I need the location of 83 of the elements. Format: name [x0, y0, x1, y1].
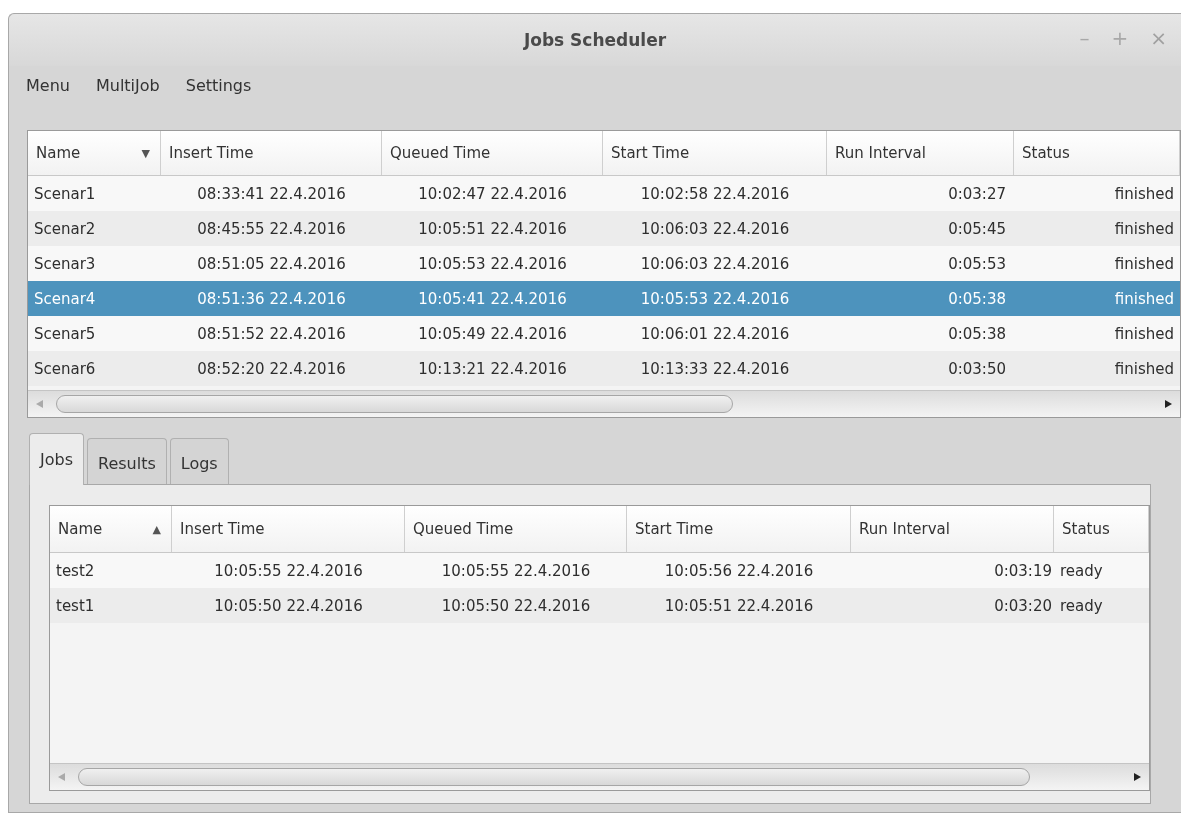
scroll-left-icon[interactable]: [56, 771, 68, 783]
tab[interactable]: Jobs: [29, 433, 84, 485]
column-header[interactable]: Queued Time: [413, 520, 514, 538]
tab[interactable]: Results: [87, 438, 167, 484]
table-cell-text: 10:05:50 22.4.2016: [213, 596, 364, 615]
table-cell-text: 10:05:55 22.4.2016: [213, 561, 364, 580]
table-cell-text: 10:06:03 22.4.2016: [639, 219, 791, 238]
scrollbar-thumb[interactable]: [78, 768, 1030, 786]
tab[interactable]: Logs: [169, 438, 229, 484]
scroll-right-icon[interactable]: [1131, 771, 1143, 783]
column-header[interactable]: Name: [36, 144, 81, 162]
table-cell-text: 0:05:38: [947, 289, 1007, 308]
menu-item[interactable]: Settings: [185, 75, 252, 95]
table-cell-text: 0:03:19: [993, 561, 1053, 580]
sort-indicator[interactable]: ▼: [141, 146, 150, 160]
table-cell-text: Scenar5: [33, 324, 97, 343]
table-cell-text: 10:05:53 22.4.2016: [639, 289, 791, 308]
table-cell-text: 08:45:55 22.4.2016: [196, 219, 347, 238]
table-row[interactable]: Scenar3 08:51:05 22.4.2016 10:05:53 22.4.2016 10:06:03 22.4.2016 0:05:53 finished: [28, 246, 1180, 281]
table-cell-text: 0:03:27: [947, 184, 1007, 203]
table-cell-text: 0:05:53: [947, 254, 1007, 273]
table-cell-text: 10:05:51 22.4.2016: [417, 219, 568, 238]
table-cell-text: Scenar4: [33, 289, 97, 308]
table-cell-text: 10:05:56 22.4.2016: [663, 561, 815, 580]
column-header[interactable]: Start Time: [611, 144, 690, 162]
table-cell-text: 10:06:03 22.4.2016: [639, 254, 791, 273]
table-cell-text: 0:03:20: [993, 596, 1053, 615]
table-cell-text: 08:51:05 22.4.2016: [196, 254, 347, 273]
table-cell-text: finished: [1113, 359, 1175, 378]
table-cell-text: 10:06:01 22.4.2016: [639, 324, 791, 343]
menu-item[interactable]: Menu: [26, 75, 70, 95]
window-title: Jobs Scheduler: [523, 30, 667, 50]
column-header[interactable]: Run Interval: [859, 520, 950, 538]
table-cell-text: finished: [1113, 289, 1175, 308]
table-cell-text: finished: [1113, 184, 1175, 203]
column-header[interactable]: Queued Time: [390, 144, 491, 162]
table-row[interactable]: Scenar1 08:33:41 22.4.2016 10:02:47 22.4.2016 10:02:58 22.4.2016 0:03:27 finished: [28, 176, 1180, 211]
table-cell-text: 10:05:55 22.4.2016: [440, 561, 592, 580]
table-cell-text: 0:05:45: [947, 219, 1007, 238]
menu-item[interactable]: MultiJob: [95, 75, 160, 95]
table-cell-text: Scenar3: [33, 254, 97, 273]
table-row[interactable]: test1 10:05:50 22.4.2016 10:05:50 22.4.2016 10:05:51 22.4.2016 0:03:20 ready: [50, 588, 1149, 623]
table-cell-text: ready: [1059, 596, 1104, 615]
table-row[interactable]: Scenar5 08:51:52 22.4.2016 10:05:49 22.4.2016 10:06:01 22.4.2016 0:05:38 finished: [28, 316, 1180, 351]
table-cell-text: 10:13:21 22.4.2016: [417, 359, 568, 378]
table-cell-text: finished: [1113, 219, 1175, 238]
table-cell-text: ready: [1059, 561, 1104, 580]
table-cell-text: finished: [1113, 254, 1175, 273]
column-header[interactable]: Insert Time: [180, 520, 265, 538]
table-cell-text: 10:02:47 22.4.2016: [417, 184, 568, 203]
table-cell-text: 10:05:53 22.4.2016: [417, 254, 568, 273]
table-cell-text: Scenar1: [33, 184, 97, 203]
column-header[interactable]: Insert Time: [169, 144, 254, 162]
table-cell-text: 08:52:20 22.4.2016: [196, 359, 347, 378]
column-header[interactable]: Start Time: [635, 520, 714, 538]
table-cell-text: 0:03:50: [947, 359, 1007, 378]
table-row[interactable]: Scenar6 08:52:20 22.4.2016 10:13:21 22.4.2016 10:13:33 22.4.2016 0:03:50 finished: [28, 351, 1180, 386]
table-cell-text: 08:51:36 22.4.2016: [196, 289, 347, 308]
table-cell-text: 08:51:52 22.4.2016: [196, 324, 347, 343]
table-cell-text: finished: [1113, 324, 1175, 343]
horizontal-scrollbar[interactable]: [50, 763, 1149, 790]
column-header[interactable]: Status: [1022, 144, 1070, 162]
table-cell-text: 10:05:51 22.4.2016: [663, 596, 815, 615]
table-cell-text: test1: [55, 596, 96, 615]
table-row[interactable]: test2 10:05:55 22.4.2016 10:05:55 22.4.2016 10:05:56 22.4.2016 0:03:19 ready: [50, 553, 1149, 588]
table-cell-text: test2: [55, 561, 96, 580]
table-cell-text: 10:05:49 22.4.2016: [417, 324, 568, 343]
table-cell-text: 10:02:58 22.4.2016: [639, 184, 791, 203]
column-header[interactable]: Status: [1062, 520, 1110, 538]
scroll-right-icon[interactable]: [1162, 398, 1174, 410]
table-row[interactable]: Scenar2 08:45:55 22.4.2016 10:05:51 22.4.2016 10:06:03 22.4.2016 0:05:45 finished: [28, 211, 1180, 246]
scrollbar-thumb[interactable]: [56, 395, 733, 413]
table-cell-text: 10:05:50 22.4.2016: [440, 596, 592, 615]
table-cell-text: 0:05:38: [947, 324, 1007, 343]
scroll-left-icon[interactable]: [34, 398, 46, 410]
table-cell-text: Scenar6: [33, 359, 97, 378]
column-header[interactable]: Name: [58, 520, 103, 538]
table-cell-text: 10:05:41 22.4.2016: [417, 289, 568, 308]
table-cell-text: 08:33:41 22.4.2016: [196, 184, 347, 203]
sort-indicator[interactable]: ▲: [152, 522, 161, 536]
table-cell-text: 10:13:33 22.4.2016: [639, 359, 791, 378]
table-cell-text: Scenar2: [33, 219, 97, 238]
column-header[interactable]: Run Interval: [835, 144, 926, 162]
